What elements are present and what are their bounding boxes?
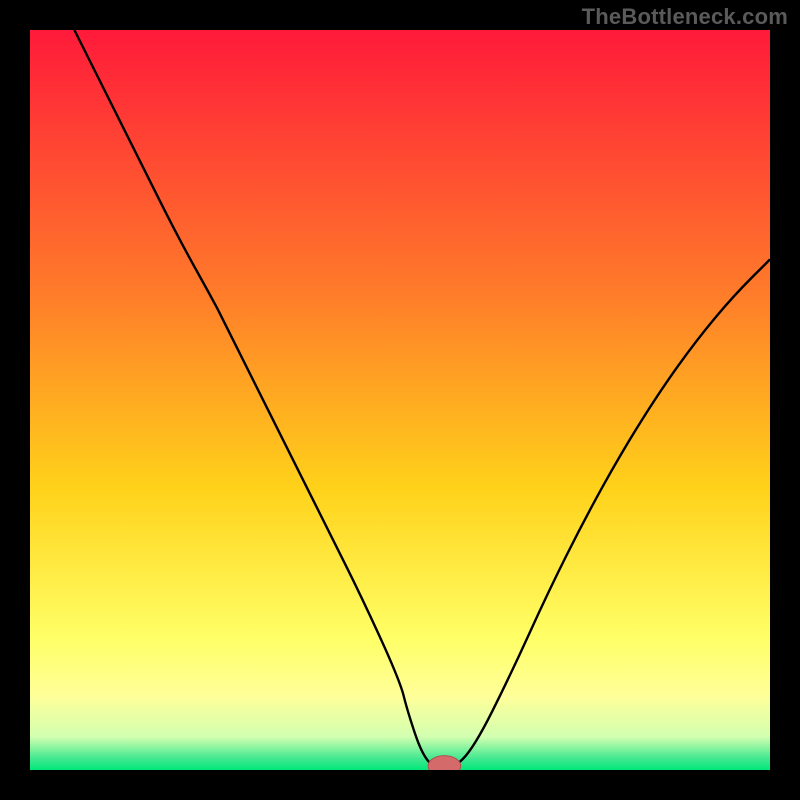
gradient-background: [30, 30, 770, 770]
plot-area: [30, 30, 770, 770]
chart-frame: TheBottleneck.com: [0, 0, 800, 800]
plot-svg: [30, 30, 770, 770]
watermark-text: TheBottleneck.com: [582, 4, 788, 30]
